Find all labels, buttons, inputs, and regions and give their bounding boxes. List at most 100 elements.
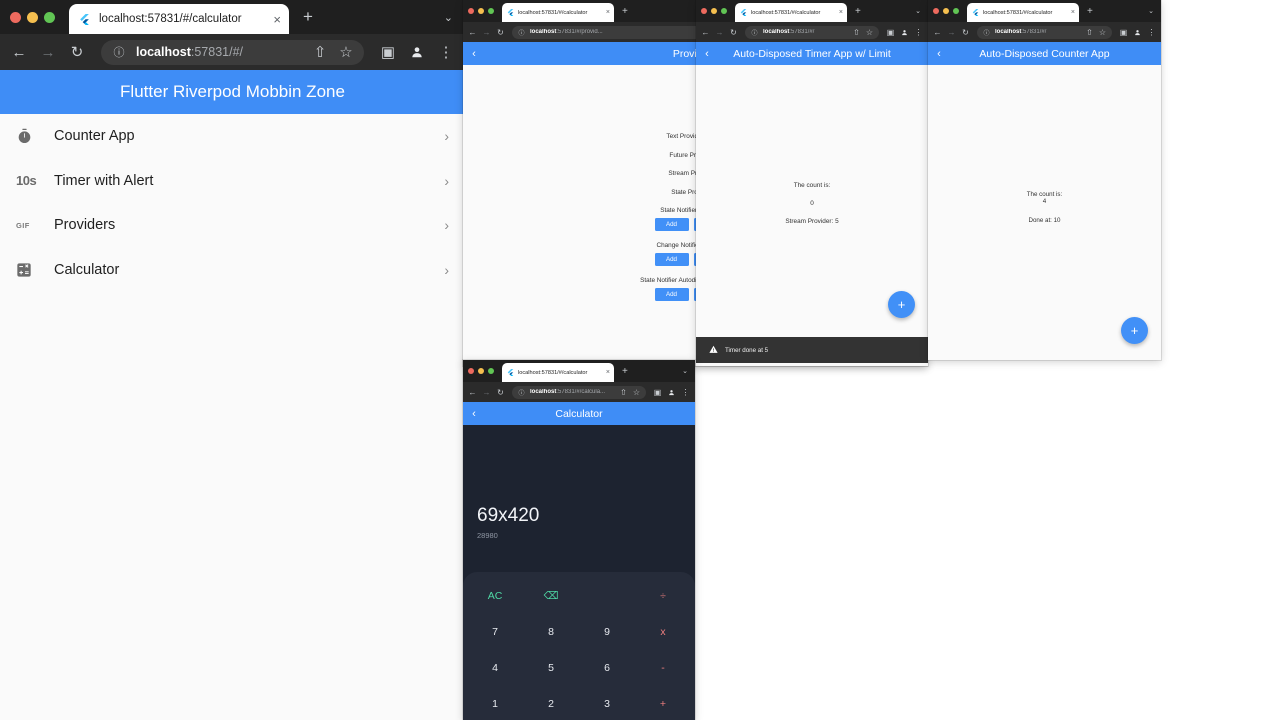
address-bar[interactable]: ⓘ localhost:57831/#/ ⇧ ☆ [101,39,364,65]
browser-menu-icon[interactable]: ⋮ [681,388,690,397]
window-controls[interactable] [468,8,494,14]
floating-action-button[interactable]: + [888,291,915,318]
close-tab-icon[interactable]: × [606,369,610,376]
plus-key[interactable]: + [637,688,690,720]
reload-icon[interactable]: ↻ [68,43,86,61]
chevron-down-icon[interactable]: ⌄ [444,11,453,24]
add-button[interactable]: Add [654,252,689,266]
forward-icon[interactable]: → [715,28,724,37]
back-icon[interactable]: ← [468,388,477,397]
new-tab-icon[interactable]: + [622,6,628,17]
share-icon[interactable]: ⇧ [1085,28,1094,37]
window-controls[interactable] [10,11,55,23]
minimize-window-button[interactable] [27,11,38,23]
back-icon[interactable]: ← [468,28,477,37]
divide-key[interactable]: ÷ [637,580,690,613]
share-icon[interactable]: ⇧ [852,28,861,37]
minimize-window-button[interactable] [478,8,484,14]
close-tab-icon[interactable]: × [273,12,281,27]
side-panel-icon[interactable]: ▣ [379,43,397,61]
digit-7-key[interactable]: 7 [469,616,522,649]
reload-icon[interactable]: ↻ [496,388,505,397]
add-button[interactable]: Add [654,287,689,301]
digit-6-key[interactable]: 6 [581,652,634,685]
browser-menu-icon[interactable]: ⋮ [914,28,923,37]
new-tab-icon[interactable]: + [855,6,861,17]
add-button[interactable]: Add [654,217,689,231]
digit-9-key[interactable]: 9 [581,616,634,649]
reload-icon[interactable]: ↻ [496,28,505,37]
profile-avatar-icon[interactable] [1133,28,1142,37]
back-button[interactable]: ‹ [463,48,485,60]
forward-icon[interactable]: → [947,28,956,37]
new-tab-icon[interactable]: + [303,7,313,27]
sidebar-item-timer-with-alert[interactable]: 10s Timer with Alert › [0,158,465,203]
browser-menu-icon[interactable]: ⋮ [437,43,455,61]
all-clear-key[interactable]: AC [469,580,522,613]
minimize-window-button[interactable] [943,8,949,14]
minimize-window-button[interactable] [711,8,717,14]
close-window-button[interactable] [10,11,21,23]
profile-avatar-icon[interactable] [408,43,426,61]
digit-4-key[interactable]: 4 [469,652,522,685]
address-bar[interactable]: ⓘ localhost:57831/#/ ⇧ ☆ [745,25,879,39]
close-tab-icon[interactable]: × [1071,9,1075,16]
bookmark-star-icon[interactable]: ☆ [632,388,641,397]
reload-icon[interactable]: ↻ [729,28,738,37]
browser-tab[interactable]: localhost:57831/#/calculator × [735,3,847,22]
share-icon[interactable]: ⇧ [311,43,329,61]
site-info-icon[interactable]: ⓘ [110,43,128,61]
multiply-key[interactable]: x [637,616,690,649]
forward-icon[interactable]: → [39,43,57,61]
minus-key[interactable]: - [637,652,690,685]
back-icon[interactable]: ← [933,28,942,37]
digit-3-key[interactable]: 3 [581,688,634,720]
maximize-window-button[interactable] [44,11,55,23]
browser-tab[interactable]: localhost:57831/#/calculator × [502,363,614,382]
maximize-window-button[interactable] [953,8,959,14]
floating-action-button[interactable]: + [1121,317,1148,344]
browser-tab[interactable]: localhost:57831/#/calculator × [502,3,614,22]
close-window-button[interactable] [468,8,474,14]
site-info-icon[interactable]: ⓘ [517,28,526,37]
digit-8-key[interactable]: 8 [525,616,578,649]
window-controls[interactable] [468,368,494,374]
site-info-icon[interactable]: ⓘ [517,388,526,397]
minimize-window-button[interactable] [478,368,484,374]
chevron-down-icon[interactable]: ⌄ [1148,7,1154,15]
profile-avatar-icon[interactable] [667,388,676,397]
maximize-window-button[interactable] [721,8,727,14]
forward-icon[interactable]: → [482,28,491,37]
maximize-window-button[interactable] [488,368,494,374]
back-icon[interactable]: ← [701,28,710,37]
profile-avatar-icon[interactable] [900,28,909,37]
back-button[interactable]: ‹ [463,408,485,420]
digit-2-key[interactable]: 2 [525,688,578,720]
address-bar[interactable]: ⓘ localhost:57831/#/ ⇧ ☆ [977,25,1112,39]
window-controls[interactable] [701,8,727,14]
address-bar[interactable]: ⓘ localhost:57831/#/calcula... ⇧ ☆ [512,385,646,399]
new-tab-icon[interactable]: + [622,366,628,377]
sidebar-item-calculator[interactable]: Calculator › [0,247,465,292]
new-tab-icon[interactable]: + [1087,6,1093,17]
back-button[interactable]: ‹ [696,48,718,60]
close-tab-icon[interactable]: × [839,9,843,16]
bookmark-star-icon[interactable]: ☆ [865,28,874,37]
close-window-button[interactable] [701,8,707,14]
side-panel-icon[interactable]: ▣ [1119,28,1128,37]
back-icon[interactable]: ← [10,43,28,61]
back-button[interactable]: ‹ [928,48,950,60]
sidebar-item-providers[interactable]: GIF Providers › [0,203,465,248]
maximize-window-button[interactable] [488,8,494,14]
reload-icon[interactable]: ↻ [961,28,970,37]
close-window-button[interactable] [468,368,474,374]
digit-5-key[interactable]: 5 [525,652,578,685]
browser-menu-icon[interactable]: ⋮ [1147,28,1156,37]
share-icon[interactable]: ⇧ [619,388,628,397]
digit-1-key[interactable]: 1 [469,688,522,720]
chevron-down-icon[interactable]: ⌄ [682,367,688,375]
sidebar-item-counter-app[interactable]: Counter App › [0,114,465,159]
side-panel-icon[interactable]: ▣ [653,388,662,397]
browser-tab[interactable]: localhost:57831/#/calculator × [69,4,289,34]
browser-tab[interactable]: localhost:57831/#/calculator × [967,3,1079,22]
